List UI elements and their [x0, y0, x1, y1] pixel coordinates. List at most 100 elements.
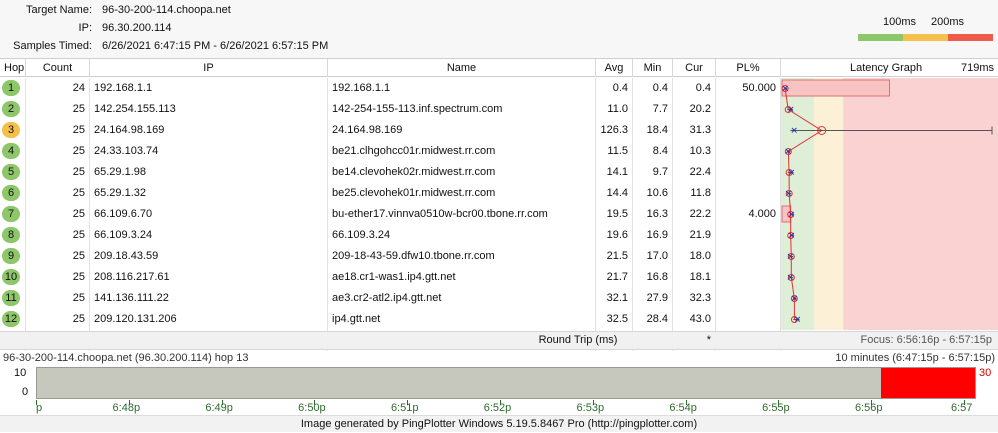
ip-cell: 65.29.1.98 — [90, 162, 328, 183]
timeline-chart[interactable]: 10 0 30 p 6:48p 6:49p 6:50p 6:51p 6:52p 6:53p 6… — [0, 365, 998, 416]
target-name-label: Target Name: — [25, 4, 92, 16]
count-cell: 25 — [26, 225, 90, 246]
threshold-low-label: 100ms — [883, 16, 917, 28]
hop-number-badge: 5 — [2, 164, 20, 180]
hop-number-badge: 1 — [2, 80, 20, 96]
hop-cell: 3 — [0, 120, 26, 141]
timeline-y-top: 10 — [14, 367, 27, 379]
col-cur-header[interactable]: Cur — [673, 59, 716, 77]
round-trip-cur: * — [706, 334, 711, 346]
avg-cell: 21.7 — [596, 267, 633, 288]
timeline-tick-label: 6:48p — [112, 402, 141, 414]
count-cell: 24 — [26, 78, 90, 99]
count-cell: 25 — [26, 99, 90, 120]
avg-cell: 14.4 — [596, 183, 633, 204]
cur-cell: 21.9 — [673, 225, 716, 246]
ip-cell: 192.168.1.1 — [90, 78, 328, 99]
name-cell: 142-254-155-113.inf.spectrum.com — [328, 99, 596, 120]
latency-graph-title: Latency Graph — [850, 62, 923, 74]
cur-cell: 22.4 — [673, 162, 716, 183]
count-cell: 25 — [26, 204, 90, 225]
avg-cell: 0.4 — [596, 78, 633, 99]
hop-number-badge: 7 — [2, 206, 20, 222]
summary-header: Target Name: 96-30-200-114.choopa.net IP… — [0, 0, 998, 58]
timeline-y-right: 30 — [979, 367, 992, 379]
name-cell: be21.clhgohcc01r.midwest.rr.com — [328, 141, 596, 162]
name-cell: ip4.gtt.net — [328, 309, 596, 330]
min-cell: 7.7 — [633, 99, 673, 120]
hop-number-badge: 11 — [2, 290, 20, 306]
ip-cell: 209.18.43.59 — [90, 246, 328, 267]
name-cell: 209-18-43-59.dfw10.tbone.rr.com — [328, 246, 596, 267]
col-avg-header[interactable]: Avg — [596, 59, 633, 77]
ip-cell: 24.164.98.169 — [90, 120, 328, 141]
count-cell: 25 — [26, 288, 90, 309]
cur-cell: 18.0 — [673, 246, 716, 267]
column-header-row: Hop Count IP Name Avg Min Cur PL% Latenc… — [0, 58, 998, 77]
hop-cell: 4 — [0, 141, 26, 162]
cur-cell: 11.8 — [673, 183, 716, 204]
timeline-tick-label: 6:51p — [390, 402, 419, 414]
hop-cell: 10 — [0, 267, 26, 288]
hop-number-badge: 3 — [2, 122, 20, 138]
col-hop-header[interactable]: Hop — [0, 59, 26, 77]
avg-cell: 32.5 — [596, 309, 633, 330]
min-cell: 28.4 — [633, 309, 673, 330]
ip-cell: 209.120.131.206 — [90, 309, 328, 330]
timeline-tick-label: 6:54p — [669, 402, 697, 414]
hop-number-badge: 9 — [2, 248, 20, 264]
cur-cell: 22.2 — [673, 204, 716, 225]
pl-cell — [716, 141, 781, 162]
ip-cell: 141.136.111.22 — [90, 288, 328, 309]
timeline-tick-label: 6:52p — [483, 402, 512, 414]
col-name-header[interactable]: Name — [328, 59, 596, 77]
timeline-tick-label: 6:57 — [951, 402, 973, 414]
count-cell: 25 — [26, 267, 90, 288]
cur-cell: 32.3 — [673, 288, 716, 309]
min-cell: 8.4 — [633, 141, 673, 162]
pl-cell — [716, 225, 781, 246]
pl-cell: 50.000 — [716, 78, 781, 99]
min-cell: 0.4 — [633, 78, 673, 99]
col-ip-header[interactable]: IP — [90, 59, 328, 77]
ip-cell: 142.254.155.113 — [90, 99, 328, 120]
name-cell: 192.168.1.1 — [328, 78, 596, 99]
timeline-tick-label: p — [36, 402, 43, 414]
packet-loss-region — [881, 368, 975, 398]
min-cell: 17.0 — [633, 246, 673, 267]
pl-cell — [716, 246, 781, 267]
avg-cell: 19.5 — [596, 204, 633, 225]
current-latency-marker: ✕ — [784, 148, 792, 158]
col-count-header[interactable]: Count — [26, 59, 90, 77]
timeline-tick-label: 6:49p — [205, 402, 233, 414]
name-cell: be25.clevohek01r.midwest.rr.com — [328, 183, 596, 204]
hop-number-badge: 2 — [2, 101, 20, 117]
current-latency-marker: ✕ — [788, 232, 796, 242]
current-latency-marker: ✕ — [788, 169, 796, 179]
threshold-good-swatch — [858, 34, 903, 41]
samples-timed-label: Samples Timed: — [13, 40, 92, 52]
cur-cell: 0.4 — [673, 78, 716, 99]
latency-graph-max: 719ms — [960, 62, 994, 74]
hop-cell: 7 — [0, 204, 26, 225]
timeline-tick-label: 6:55p — [762, 402, 790, 414]
current-latency-marker: ✕ — [788, 211, 796, 221]
col-graph-header[interactable]: Latency Graph 719ms — [781, 59, 998, 77]
timeline-tick-label: 6:53p — [576, 402, 605, 414]
hop-cell: 6 — [0, 183, 26, 204]
col-pl-header[interactable]: PL% — [716, 59, 781, 77]
latency-graph[interactable]: ✕ ✕ ✕ ✕ ✕ ✕ ✕ ✕ ✕ ✕ ✕ ✕ — [781, 78, 998, 330]
hop-cell: 1 — [0, 78, 26, 99]
pl-cell — [716, 267, 781, 288]
current-latency-marker: ✕ — [786, 253, 794, 263]
name-cell: bu-ether17.vinnva0510w-bcr00.tbone.rr.co… — [328, 204, 596, 225]
current-latency-marker: ✕ — [794, 316, 802, 326]
avg-cell: 21.5 — [596, 246, 633, 267]
timeline-plot[interactable] — [36, 367, 976, 399]
name-cell: 66.109.3.24 — [328, 225, 596, 246]
hop-number-badge: 6 — [2, 185, 20, 201]
count-cell: 25 — [26, 141, 90, 162]
avg-cell: 14.1 — [596, 162, 633, 183]
col-min-header[interactable]: Min — [633, 59, 673, 77]
name-cell: be14.clevohek02r.midwest.rr.com — [328, 162, 596, 183]
